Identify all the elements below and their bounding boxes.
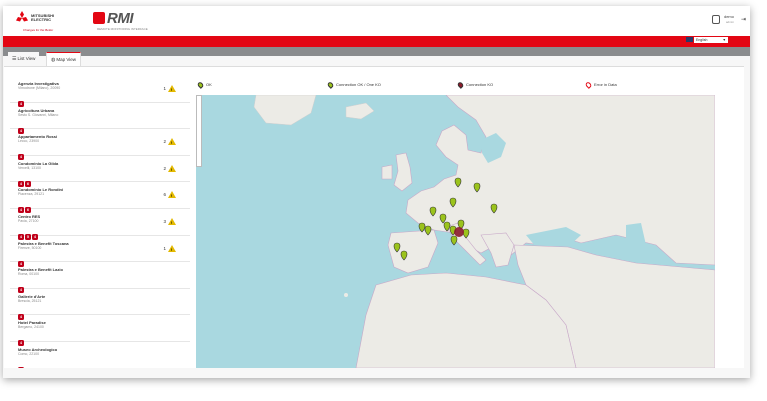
site-location: Brescia, 25121 — [18, 298, 42, 303]
legend-label: Connection KO — [466, 82, 494, 88]
language-value: English — [696, 38, 708, 42]
app-logo-subtitle: REMOTE MONITORING INTERFACE — [97, 27, 148, 31]
europe-map[interactable] — [196, 95, 715, 368]
site-location: Roma, 00100 — [18, 272, 40, 277]
list-item[interactable]: Agricoltura Urbana Sesto S. Giovanni, Mil… — [10, 103, 190, 134]
rmi-logo: RMI REMOTE MONITORING INTERFACE — [93, 10, 153, 32]
list-item[interactable]: Agenzia Investigativa Vimodrone (Milano),… — [10, 76, 190, 107]
user-role: admin — [725, 20, 734, 24]
red-band: English ▼ — [3, 36, 750, 47]
legend-connection-ok: Connection OK / One KO — [326, 81, 381, 89]
mitsubishi-logo: MITSUBISHI ELECTRIC Changes for the Bett… — [13, 11, 55, 33]
warning-icon[interactable]: ! — [168, 138, 176, 146]
zoom-control[interactable] — [196, 95, 202, 167]
list-item[interactable]: Hotel Paradise Bergamo, 24100 4 — [10, 315, 190, 347]
language-select[interactable]: English ▼ — [694, 37, 728, 43]
map-canvas[interactable] — [196, 95, 715, 368]
list-item[interactable]: Condominio Le Rondini Piacenza, 29121 4 6 6! — [10, 182, 190, 214]
tab-label: Map View — [56, 57, 77, 62]
legend-label: OK — [206, 82, 212, 88]
site-location: Sesto S. Giovanni, Milano — [18, 112, 59, 117]
list-item[interactable]: Gallerie d'Arte Brescia, 25121 4 — [10, 289, 190, 320]
tab-list-view[interactable]: ☰List View — [8, 52, 40, 66]
warning-icon[interactable]: ! — [168, 85, 176, 92]
device-badges: 4 — [18, 252, 25, 267]
device-badge[interactable]: 4 — [18, 366, 24, 368]
app-logo-text: RMI — [107, 10, 134, 27]
device-badges: 46 — [18, 198, 32, 214]
language-flag-icon — [686, 37, 693, 42]
user-icon[interactable] — [712, 15, 720, 24]
brand-slogan: Changes for the Better — [23, 28, 54, 32]
warning-icon[interactable]: ! — [168, 244, 176, 252]
device-badges: 4 — [18, 358, 25, 368]
list-item[interactable]: Condominio La Gilda Vercelli, 13100 4 6 2! — [10, 156, 190, 187]
site-location: Vercelli, 13100 — [18, 165, 41, 170]
device-badges: 4 — [18, 278, 25, 294]
site-location: Pavia, 27100 — [18, 218, 39, 223]
site-location: Firenze, 50100 — [18, 245, 42, 250]
map-pin-icon — [584, 81, 593, 89]
device-badges: 4 — [18, 119, 25, 134]
device-badges: 4 — [18, 145, 25, 161]
alarm-count: 6 — [163, 192, 166, 198]
warning-icon[interactable]: ! — [168, 217, 176, 225]
list-item[interactable]: Appartamento Rossi Lecco, 23900 4 2! — [10, 129, 190, 161]
map-pin-icon — [456, 81, 465, 89]
alarm-count: 1 — [163, 86, 166, 91]
tab-map-view[interactable]: ◍Map View — [46, 52, 82, 66]
legend-label: Connection OK / One KO — [336, 82, 381, 88]
device-badges: 4 — [18, 305, 25, 320]
top-header: MITSUBISHI ELECTRIC Changes for the Bett… — [3, 6, 750, 36]
warning-icon[interactable]: ! — [168, 164, 176, 172]
brand-name: MITSUBISHI ELECTRIC — [31, 13, 55, 22]
user-name[interactable]: demo — [724, 14, 734, 19]
logout-icon[interactable]: ⇥ — [741, 16, 746, 23]
map-pin-icon — [196, 81, 205, 89]
legend-ok: OK — [196, 81, 212, 89]
rmi-logo-mark — [93, 12, 105, 24]
site-location: Bergamo, 24100 — [18, 325, 44, 330]
site-list[interactable]: Agenzia Investigativa Vimodrone (Milano),… — [10, 76, 190, 368]
device-badges: 454 — [18, 225, 39, 240]
legend-label: Error in Data — [594, 82, 617, 88]
device-badges: 46 — [18, 172, 32, 187]
map-pin-cluster[interactable] — [454, 227, 464, 237]
chevron-down-icon: ▼ — [722, 38, 726, 42]
map-legend: OK Connection OK / One KO Connection KO … — [196, 80, 716, 92]
list-item[interactable]: Museo ArcheologicoComo, 221004 — [10, 342, 190, 368]
alarm-count: 1 — [163, 245, 166, 251]
site-location: Vimodrone (Milano), 20090 — [18, 86, 61, 90]
list-icon: ☰ — [12, 56, 17, 62]
globe-icon: ◍ — [51, 57, 56, 63]
list-item[interactable]: Palestra e Benefit Lazio Roma, 00100 4 — [10, 262, 190, 294]
legend-connection-ko: Connection KO — [456, 81, 494, 89]
device-badges: 4 — [18, 331, 25, 347]
site-location: Lecco, 23900 — [18, 139, 40, 144]
alarm-count: 2 — [163, 165, 166, 171]
site-location: Piacenza, 29121 — [18, 192, 45, 197]
warning-icon[interactable]: ! — [168, 191, 176, 199]
site-location: Como, 22100 — [18, 351, 40, 356]
alarm-count: 2 — [163, 139, 166, 145]
tab-label: List View — [17, 56, 36, 61]
grey-band — [3, 47, 750, 56]
alarm-count: 3 — [163, 218, 166, 224]
map-pin-icon — [326, 81, 335, 89]
mitsubishi-diamonds-icon — [16, 11, 28, 22]
list-item[interactable]: Centro RES Pavia, 27100 4 5 4 3! — [10, 209, 190, 240]
list-item[interactable]: Palestra e Benefit Toscana Firenze, 50100… — [10, 236, 190, 267]
device-badges: 4 — [18, 92, 25, 107]
legend-error: Error in Data — [584, 81, 617, 89]
